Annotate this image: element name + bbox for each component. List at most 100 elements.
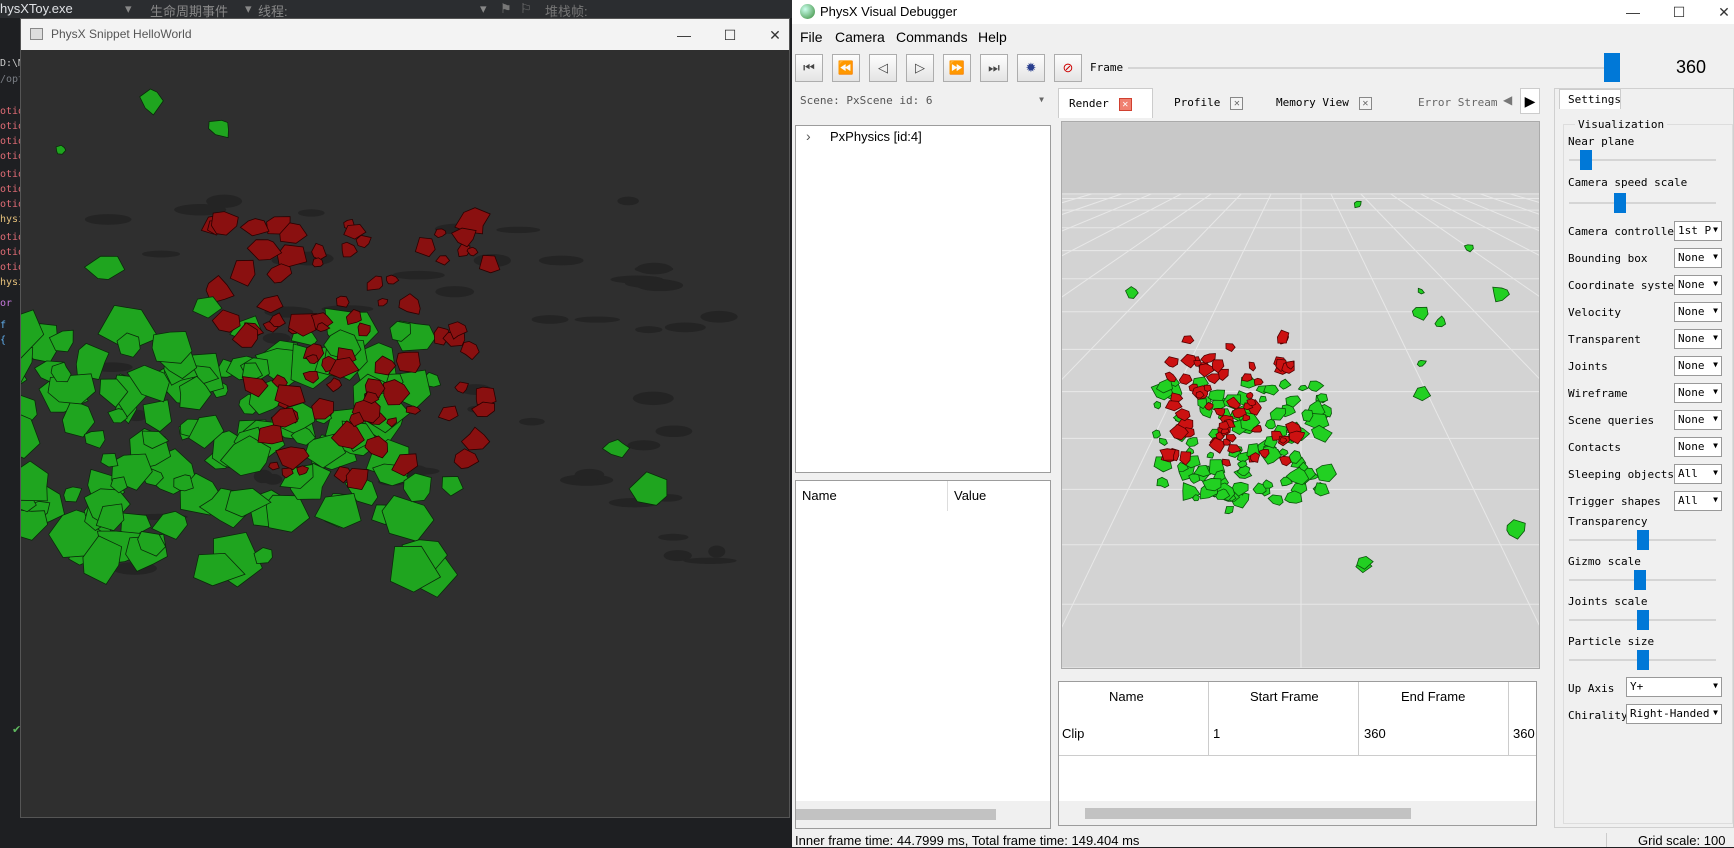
red-convex-shape [336,296,349,307]
red-convex-shape [467,247,478,256]
clip-end-cell[interactable]: 360 [1364,726,1386,741]
shadow [655,425,692,437]
maximize-button[interactable]: ☐ [1667,0,1691,24]
tab-scroll-left-icon[interactable]: ◀ [1503,93,1512,107]
scrollbar-thumb[interactable] [796,809,996,820]
tab-render[interactable]: Render✕ [1058,88,1153,118]
contacts-dropdown[interactable]: None [1674,437,1722,457]
close-button[interactable]: ✕ [1712,0,1734,24]
menu-commands[interactable]: Commands [896,29,968,45]
tab-error-stream[interactable]: Error Stream✕ [1402,88,1500,118]
bounding-box-dropdown[interactable]: None [1674,248,1722,268]
shadow [142,251,180,258]
wireframe-dropdown[interactable]: None [1674,383,1722,403]
camera-controller-dropdown[interactable]: 1st P [1674,221,1722,241]
close-tab-icon[interactable]: ✕ [1230,97,1243,110]
record-button[interactable]: ✹ [1017,54,1045,82]
frame-number: 360 [1676,57,1706,78]
tab-settings[interactable]: Settings [1559,89,1621,109]
minimize-button[interactable]: — [672,23,696,47]
joints-scale-slider-thumb[interactable] [1637,610,1649,630]
scrollbar-thumb[interactable] [1085,808,1411,819]
horizontal-scrollbar[interactable] [796,801,1050,828]
object-tree-panel[interactable]: › PxPhysics [id:4] [795,125,1051,473]
close-tab-icon[interactable]: ✕ [1119,98,1132,111]
menu-camera[interactable]: Camera [835,29,885,45]
flag-icon[interactable]: ⚑ [500,1,512,17]
close-tab-icon[interactable]: ✕ [1359,97,1372,110]
pvd-titlebar[interactable]: PhysX Visual Debugger — ☐ ✕ [792,0,1734,24]
green-convex-shape [1186,438,1198,447]
green-convex-shape [85,431,106,449]
green-convex-shape [1154,401,1161,408]
minimize-button[interactable]: — [1621,0,1645,24]
coordinate-system-dropdown[interactable]: None [1674,275,1722,295]
shadow [392,271,444,280]
shadow [532,315,569,324]
green-convex-shape [143,400,171,432]
sleeping-objects-label: Sleeping objects [1568,468,1674,481]
column-header-name[interactable]: Name [1109,689,1144,704]
particle-size-slider-thumb[interactable] [1637,650,1649,670]
physx-3d-viewport[interactable] [21,50,789,817]
helloworld-titlebar[interactable]: PhysX Snippet HelloWorld — ☐ ✕ [21,19,789,50]
frame-slider-track[interactable] [1128,67,1612,69]
shadow [708,545,725,557]
camera-controller-label: Camera controller [1568,225,1681,238]
play-button[interactable]: ▷ [906,54,934,82]
transparency-slider-thumb[interactable] [1637,530,1649,550]
render-viewport[interactable] [1061,121,1540,669]
up-axis-dropdown[interactable]: Y+ [1626,677,1722,697]
clip-name-cell[interactable]: Clip [1062,726,1084,741]
sleeping-objects-dropdown[interactable]: All [1674,464,1722,484]
last-frame-button[interactable]: ⏭ [980,54,1008,82]
menu-file[interactable]: File [800,29,823,45]
clip-length-cell[interactable]: 360 [1513,726,1535,741]
step-forward-button[interactable]: ⏩ [943,54,971,82]
chirality-dropdown[interactable]: Right-Handed [1626,704,1722,724]
clip-start-cell[interactable]: 1 [1213,726,1220,741]
column-header-end-frame[interactable]: End Frame [1401,689,1465,704]
horizontal-scrollbar[interactable] [1059,801,1536,825]
close-button[interactable]: ✕ [763,23,787,47]
disconnect-button[interactable]: ⊘ [1054,54,1082,82]
trigger-shapes-dropdown[interactable]: All [1674,491,1722,511]
joints-label: Joints [1568,360,1608,373]
velocity-dropdown[interactable]: None [1674,302,1722,322]
maximize-button[interactable]: ☐ [718,23,742,47]
frame-slider-thumb[interactable] [1604,53,1620,82]
shadow [617,197,638,206]
step-back-button[interactable]: ◁ [869,54,897,82]
shadow [519,418,545,425]
particle-size-label: Particle size [1568,635,1654,648]
chevron-right-icon[interactable]: › [806,128,811,144]
tab-memory-view[interactable]: Memory View✕ [1262,88,1397,118]
scene-selector[interactable]: Scene: PxScene id: 6 ▼ [795,90,1048,112]
camera-speed-slider-track[interactable] [1569,202,1716,204]
green-convex-shape [603,440,630,458]
near-plane-slider-thumb[interactable] [1580,150,1592,170]
transparent-dropdown[interactable]: None [1674,329,1722,349]
ide-target-exe[interactable]: hysXToy.exe [0,1,73,16]
column-header-start-frame[interactable]: Start Frame [1250,689,1319,704]
tab-scroll-right-icon[interactable]: ▶ [1520,88,1540,114]
green-convex-shape [56,145,66,154]
column-header-value[interactable]: Value [954,488,986,503]
shadow [206,195,242,208]
scene-queries-dropdown[interactable]: None [1674,410,1722,430]
first-frame-button[interactable]: ⏮ [795,54,823,82]
tree-node-pxphysics[interactable]: PxPhysics [id:4] [830,129,922,144]
red-convex-shape [434,229,446,238]
camera-speed-slider-thumb[interactable] [1614,193,1626,213]
tab-profile[interactable]: Profile✕ [1158,88,1258,118]
app-icon [30,28,43,40]
code-fragment: f [0,320,6,331]
gizmo-scale-slider-thumb[interactable] [1634,570,1646,590]
flag-off-icon[interactable]: ⚐ [520,1,532,17]
column-header-name[interactable]: Name [802,488,837,503]
prev-keyframe-button[interactable]: ⏪ [832,54,860,82]
green-convex-shape [21,510,48,541]
menu-help[interactable]: Help [978,29,1007,45]
joints-dropdown[interactable]: None [1674,356,1722,376]
green-convex-shape [21,461,48,501]
